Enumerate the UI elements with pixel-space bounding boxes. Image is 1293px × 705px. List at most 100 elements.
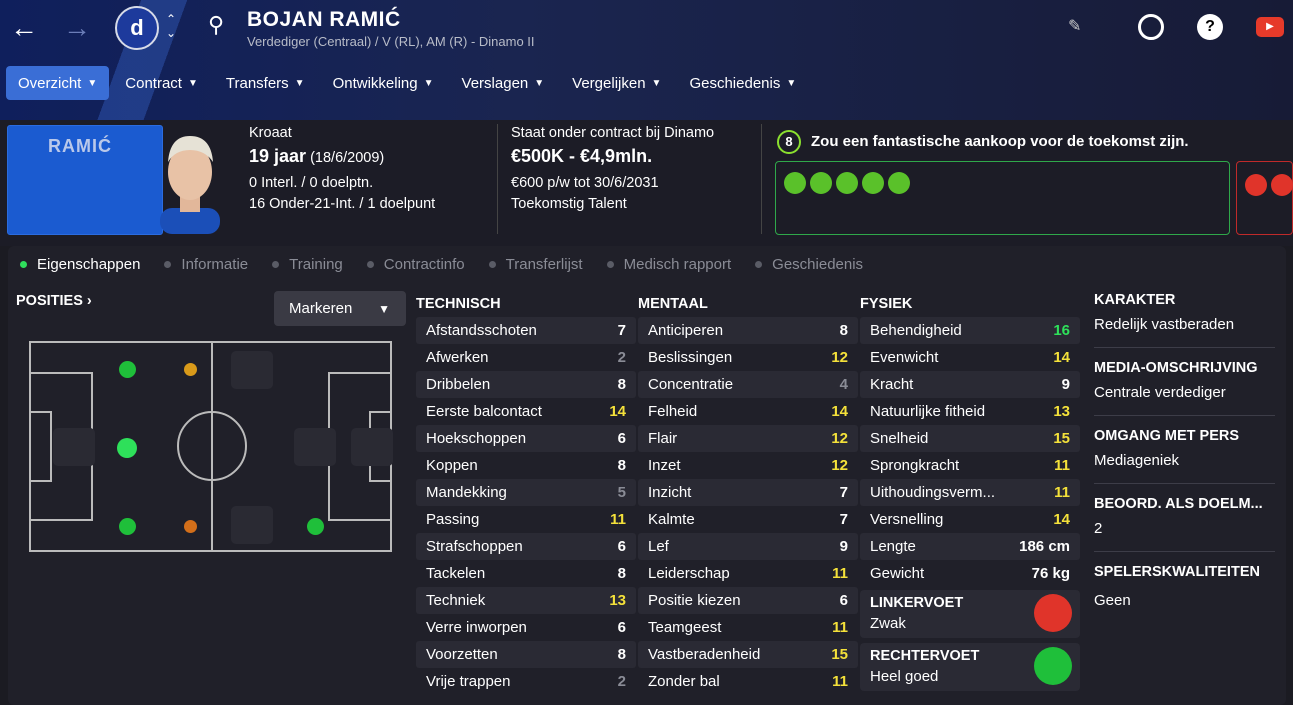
tab-overzicht[interactable]: Overzicht ▼ — [6, 66, 110, 100]
club-badge[interactable]: d — [115, 6, 159, 50]
youtube-icon[interactable]: ▶ — [1256, 17, 1284, 37]
attribute-row[interactable]: Mandekking 5 — [416, 479, 636, 506]
attribute-row[interactable]: Beslissingen 12 — [638, 344, 858, 371]
attribute-row[interactable]: Positie kiezen 6 — [638, 587, 858, 614]
attribute-row[interactable]: Uithoudingsverm... 11 — [860, 479, 1080, 506]
attribute-value: 11 — [1054, 484, 1070, 501]
attribute-row[interactable]: Anticiperen 8 — [638, 317, 858, 344]
attribute-value: 13 — [609, 592, 626, 609]
positions-link[interactable]: POSITIES › — [16, 293, 92, 309]
attribute-row[interactable]: Natuurlijke fitheid 13 — [860, 398, 1080, 425]
attribute-value: 12 — [831, 430, 848, 447]
attribute-value: 13 — [1053, 403, 1070, 420]
attribute-row[interactable]: Strafschoppen 6 — [416, 533, 636, 560]
head-icon[interactable] — [810, 172, 832, 194]
attribute-row[interactable]: Behendigheid 16 — [860, 317, 1080, 344]
card-icon[interactable] — [1245, 174, 1267, 196]
attribute-label: Inzicht — [648, 484, 692, 501]
attribute-value: 8 — [839, 322, 848, 339]
attribute-label: Natuurlijke fitheid — [870, 403, 986, 420]
tab-contract[interactable]: Contract ▼ — [113, 66, 210, 100]
attribute-row[interactable]: Sprongkracht 11 — [860, 452, 1080, 479]
kit-icon[interactable] — [836, 172, 858, 194]
position-dot-dmr[interactable] — [184, 520, 197, 533]
attribute-row[interactable]: Afwerken 2 — [416, 344, 636, 371]
tab-geschiedenis[interactable]: Geschiedenis ▼ — [677, 66, 808, 100]
edit-icon[interactable]: ✎ — [1068, 16, 1081, 36]
attribute-row[interactable]: Leiderschap 11 — [638, 560, 858, 587]
attribute-row[interactable]: Flair 12 — [638, 425, 858, 452]
attribute-row[interactable]: Felheid 14 — [638, 398, 858, 425]
back-arrow-icon[interactable]: ← — [10, 14, 38, 42]
attribute-label: Sprongkracht — [870, 457, 960, 474]
tackle-icon[interactable] — [862, 172, 884, 194]
attribute-value: 12 — [831, 457, 848, 474]
tab-vergelijken[interactable]: Vergelijken ▼ — [560, 66, 673, 100]
injury-icon[interactable] — [1271, 174, 1293, 196]
attribute-row[interactable]: Koppen 8 — [416, 452, 636, 479]
chevron-updown-icon[interactable]: ⌃ ⌄ — [166, 12, 176, 40]
attribute-row[interactable]: Snelheid 15 — [860, 425, 1080, 452]
weaknesses-box — [1236, 161, 1293, 235]
attribute-row[interactable]: Hoekschoppen 6 — [416, 425, 636, 452]
technical-title: TECHNISCH — [416, 296, 501, 312]
attribute-row[interactable]: Afstandsschoten 7 — [416, 317, 636, 344]
right-foot-value: Heel goed — [870, 668, 939, 685]
attribute-row[interactable]: Versnelling 14 — [860, 506, 1080, 533]
attribute-label: Inzet — [648, 457, 681, 474]
subtab-eigenschappen[interactable]: Eigenschappen — [8, 247, 152, 281]
position-dot-dml[interactable] — [184, 363, 197, 376]
attribute-value: 11 — [1054, 457, 1070, 474]
attribute-row[interactable]: Vrije trappen 2 — [416, 668, 636, 695]
attribute-row[interactable]: Gewicht 76 kg — [860, 560, 1080, 587]
attribute-row[interactable]: Kracht 9 — [860, 371, 1080, 398]
attribute-row[interactable]: Lef 9 — [638, 533, 858, 560]
attribute-row[interactable]: Verre inworpen 6 — [416, 614, 636, 641]
attribute-row[interactable]: Evenwicht 14 — [860, 344, 1080, 371]
attribute-row[interactable]: Teamgeest 11 — [638, 614, 858, 641]
attribute-row[interactable]: Inzicht 7 — [638, 479, 858, 506]
subtab-contractinfo[interactable]: Contractinfo — [355, 247, 477, 281]
attribute-row[interactable]: Concentratie 4 — [638, 371, 858, 398]
subtab-training[interactable]: Training — [260, 247, 355, 281]
attribute-row[interactable]: Tackelen 8 — [416, 560, 636, 587]
position-dot-dc[interactable] — [117, 438, 137, 458]
attribute-row[interactable]: Passing 11 — [416, 506, 636, 533]
attribute-label: Vastberadenheid — [648, 646, 761, 663]
position-dot-amr[interactable] — [307, 518, 324, 535]
attribute-row[interactable]: Lengte 186 cm — [860, 533, 1080, 560]
attribute-row[interactable]: Dribbelen 8 — [416, 371, 636, 398]
attribute-row[interactable]: Kalmte 7 — [638, 506, 858, 533]
attribute-row[interactable]: Vastberadenheid 15 — [638, 641, 858, 668]
attribute-label: Koppen — [426, 457, 478, 474]
attribute-row[interactable]: Zonder bal 11 — [638, 668, 858, 695]
subtab-informatie[interactable]: Informatie — [152, 247, 260, 281]
position-dot-dl[interactable] — [119, 361, 136, 378]
left-foot-value: Zwak — [870, 615, 906, 632]
attribute-row[interactable]: Voorzetten 8 — [416, 641, 636, 668]
forward-arrow-icon[interactable]: → — [63, 14, 91, 42]
attribute-row[interactable]: Eerste balcontact 14 — [416, 398, 636, 425]
tab-ontwikkeling[interactable]: Ontwikkeling ▼ — [321, 66, 446, 100]
globe-icon[interactable] — [1138, 14, 1164, 40]
attribute-row[interactable]: Techniek 13 — [416, 587, 636, 614]
age: 19 jaar — [249, 146, 307, 166]
sprint-icon[interactable] — [888, 172, 910, 194]
position-dot-dr[interactable] — [119, 518, 136, 535]
attribute-value: 7 — [839, 511, 848, 528]
subtab-medisch[interactable]: Medisch rapport — [595, 247, 744, 281]
tab-verslagen[interactable]: Verslagen ▼ — [450, 66, 557, 100]
subtab-transferlijst[interactable]: Transferlijst — [477, 247, 595, 281]
right-foot-label: RECHTERVOET — [870, 648, 980, 664]
help-icon[interactable]: ? — [1197, 14, 1223, 40]
right-foot: RECHTERVOET Heel goed — [860, 643, 1080, 691]
search-icon[interactable]: ⚲ — [208, 12, 224, 38]
chevron-down-icon: ▼ — [187, 77, 198, 89]
highlight-dropdown[interactable]: Markeren ▼ — [274, 291, 406, 326]
tab-transfers[interactable]: Transfers ▼ — [214, 66, 317, 100]
attribute-row[interactable]: Inzet 12 — [638, 452, 858, 479]
boot-icon[interactable] — [784, 172, 806, 194]
attribute-value: 8 — [617, 376, 626, 393]
chevron-down-icon: ▼ — [423, 77, 434, 89]
subtab-geschiedenis[interactable]: Geschiedenis — [743, 247, 875, 281]
